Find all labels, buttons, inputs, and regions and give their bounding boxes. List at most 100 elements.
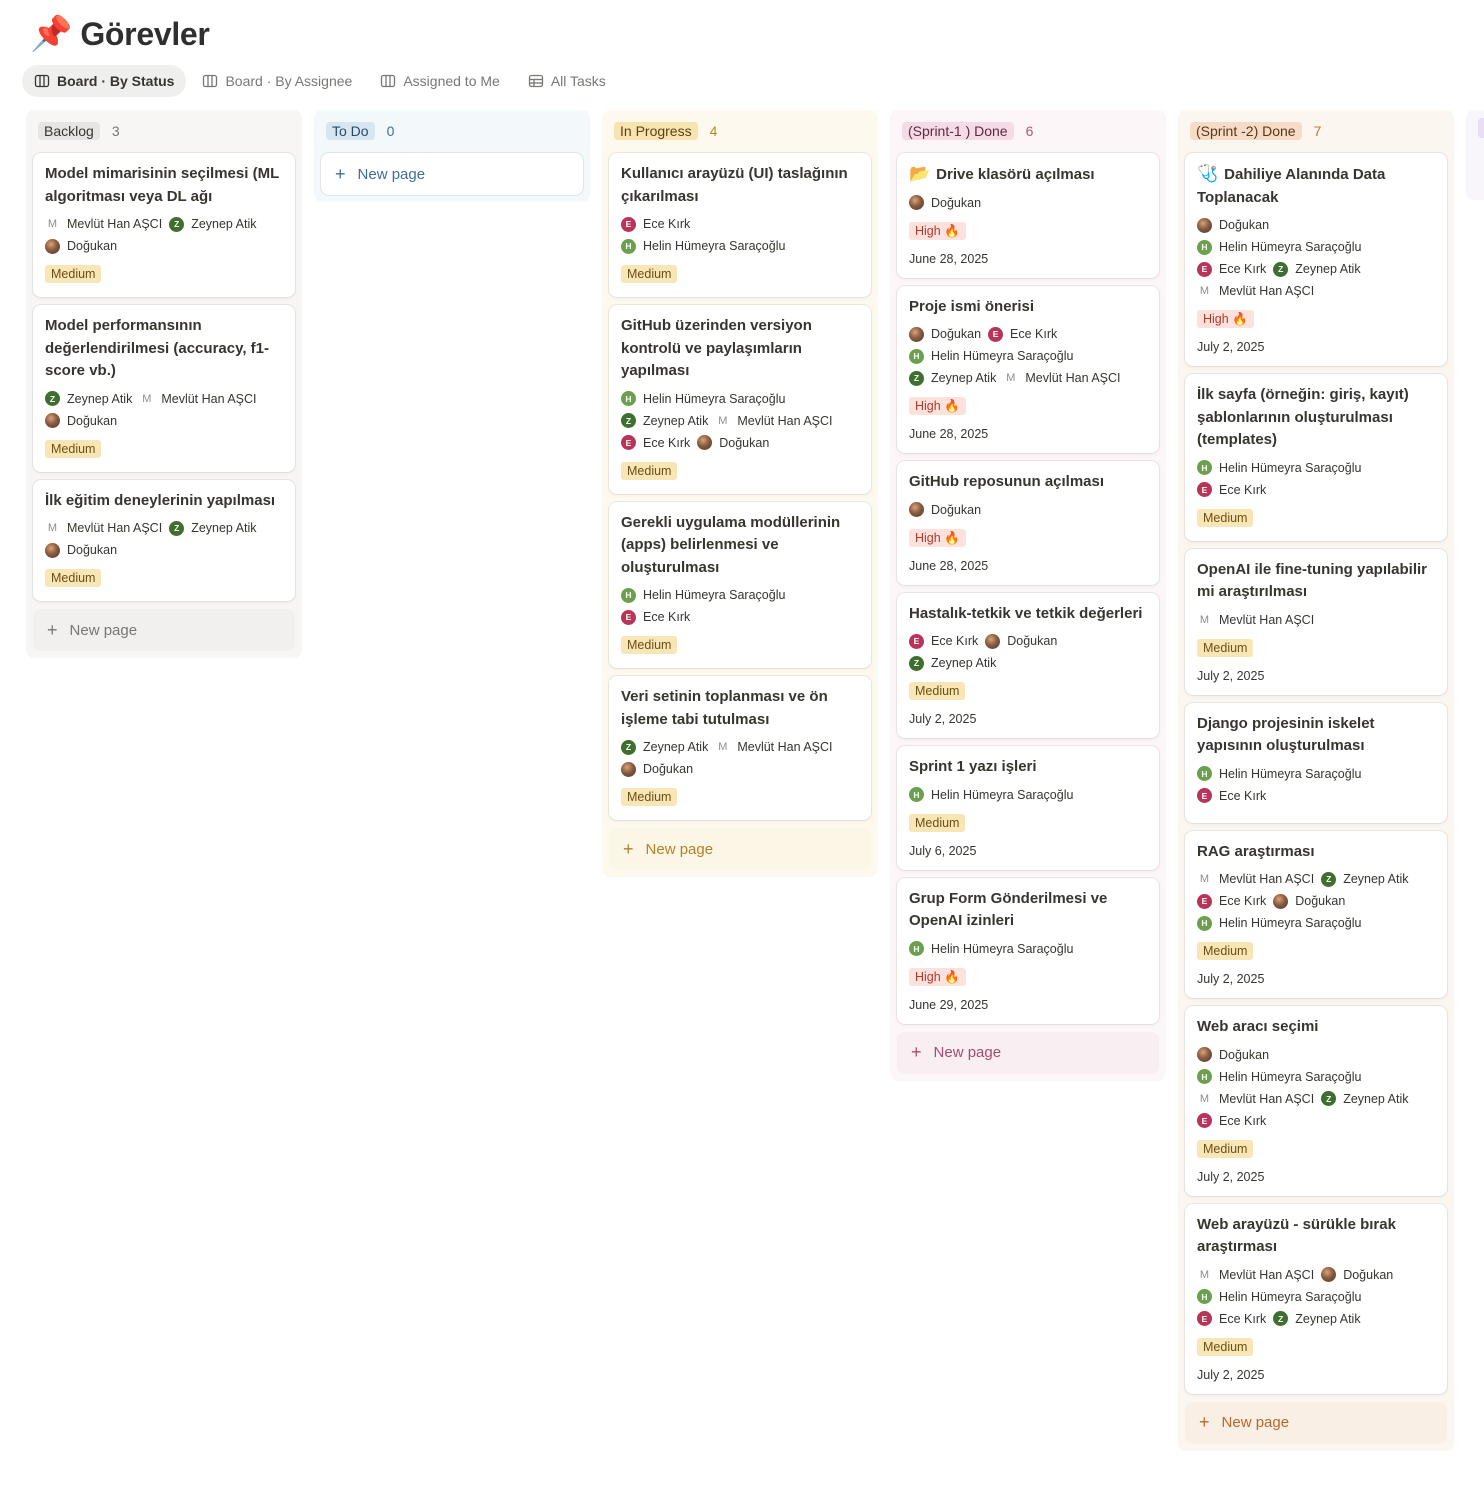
assignee[interactable]: E Ece Kırk [1197, 1308, 1266, 1330]
assignee[interactable]: Z Zeynep Atik [169, 517, 257, 539]
assignee[interactable]: H Helin Hümeyra Saraçoğlu [1197, 763, 1361, 785]
assignee[interactable]: E Ece Kırk [621, 432, 690, 454]
assignee[interactable]: Doğukan [1197, 214, 1269, 236]
assignee[interactable]: Doğukan [45, 410, 117, 432]
assignee[interactable]: Z Zeynep Atik [1321, 1088, 1409, 1110]
column-header[interactable]: (Sprint-1 ) Done 6 [897, 118, 1159, 144]
task-card[interactable]: Veri setinin toplanması ve ön işleme tab… [609, 676, 871, 820]
pushpin-icon[interactable]: 📌 [30, 14, 72, 54]
new-page-button[interactable]: + New page [321, 153, 583, 195]
assignee[interactable]: H Helin Hümeyra Saraçoğlu [1197, 457, 1361, 479]
assignee[interactable]: H Helin Hümeyra Saraçoğlu [621, 388, 785, 410]
task-card[interactable]: Web arayüzü - sürükle bırak araştırması M… [1185, 1203, 1447, 1394]
assignee[interactable]: M Mevlüt Han AŞCI [1197, 1088, 1314, 1110]
assignee[interactable]: M Mevlüt Han AŞCI [1003, 367, 1121, 389]
column-status-label[interactable]: (Sprint-1 ) Done [902, 122, 1014, 140]
assignee[interactable]: M Mevlüt Han AŞCI [715, 736, 833, 758]
task-card[interactable]: İlk sayfa (örneğin: giriş, kayıt) şablon… [1185, 374, 1447, 541]
assignee[interactable]: H Helin Hümeyra Saraçoğlu [909, 345, 1073, 367]
assignee[interactable]: E Ece Kırk [909, 630, 978, 652]
task-card[interactable]: Model mimarisinin seçilmesi (ML algoritm… [33, 153, 295, 297]
assignee[interactable]: H Helin Hümeyra Saraçoğlu [1197, 236, 1361, 258]
assignee[interactable]: E Ece Kırk [621, 606, 690, 628]
new-page-button[interactable]: + New page [1185, 1401, 1447, 1444]
task-card[interactable]: İlk eğitim deneylerinin yapılması M Mevlüt… [33, 479, 295, 601]
assignee[interactable]: Doğukan [909, 323, 981, 345]
tab-all-tasks[interactable]: All Tasks [516, 65, 618, 97]
task-card[interactable]: GitHub üzerinden versiyon kontrolü ve pa… [609, 305, 871, 494]
assignee[interactable]: H Helin Hümeyra Saraçoğlu [1197, 1066, 1361, 1088]
column-status-label[interactable]: In Progress [614, 122, 698, 140]
assignee[interactable]: Doğukan [909, 192, 981, 214]
task-card[interactable]: Web aracı seçimi Doğukan H Helin Hümeyra Sa… [1185, 1006, 1447, 1196]
assignee[interactable]: Doğukan [45, 235, 117, 257]
assignee[interactable]: M Mevlüt Han AŞCI [139, 388, 257, 410]
tab-board-by-assignee[interactable]: Board · By Assignee [190, 65, 364, 97]
task-card[interactable]: OpenAI ile fine-tuning yapılabilir mi ar… [1185, 548, 1447, 695]
assignee[interactable]: E Ece Kırk [1197, 890, 1266, 912]
assignee[interactable]: Z Zeynep Atik [45, 388, 132, 410]
assignee[interactable]: M Mevlüt Han AŞCI [1197, 1264, 1314, 1286]
assignee[interactable]: Z Zeynep Atik [1273, 258, 1361, 280]
task-card[interactable]: Proje ismi önerisi Doğukan E Ece Kırk H Helin… [897, 285, 1159, 453]
task-card[interactable]: Hastalık-tetkik ve tetkik değerleri E Ece … [897, 592, 1159, 738]
assignee[interactable]: Z Zeynep Atik [621, 736, 708, 758]
column-header[interactable]: In Progress 4 [609, 118, 871, 144]
assignee[interactable]: M Mevlüt Han AŞCI [45, 517, 162, 539]
new-page-button[interactable]: + New page [33, 609, 295, 651]
task-card[interactable]: 📂 Drive klasörü açılması Doğukan High 🔥 June… [897, 153, 1159, 278]
assignee[interactable]: Z Zeynep Atik [909, 652, 996, 674]
tab-board-by-status[interactable]: Board · By Status [22, 65, 187, 97]
assignee[interactable]: H Helin Hümeyra Saraçoğlu [1197, 912, 1361, 934]
assignee[interactable]: Z Zeynep Atik [909, 367, 996, 389]
assignee[interactable]: M Mevlüt Han AŞCI [1197, 280, 1314, 302]
task-card[interactable]: Django projesinin iskelet yapısının oluş… [1185, 702, 1447, 823]
column-header[interactable]: To Do 0 [321, 118, 583, 144]
assignee[interactable]: M Mevlüt Han AŞCI [1197, 609, 1314, 631]
task-card[interactable]: Kullanıcı arayüzü (UI) taslağının çıkarı… [609, 153, 871, 297]
assignee-name: Helin Hümeyra Saraçoğlu [643, 391, 786, 406]
assignee[interactable]: H Helin Hümeyra Saraçoğlu [909, 784, 1073, 806]
column-status-label[interactable]: Backlog [38, 122, 100, 140]
assignee[interactable]: H Helin Hümeyra Saraçoğlu [1197, 1286, 1361, 1308]
assignee[interactable]: E Ece Kırk [1197, 785, 1266, 807]
assignee[interactable]: Z Zeynep Atik [621, 410, 708, 432]
task-card[interactable]: Model performansının değerlendirilmesi (… [33, 305, 295, 472]
assignee[interactable]: Z Zeynep Atik [169, 213, 257, 235]
assignee[interactable]: Z Zeynep Atik [1321, 868, 1409, 890]
column-status-label[interactable]: (Sprint -2) Done [1190, 122, 1302, 140]
task-card[interactable]: Sprint 1 yazı işleri H Helin Hümeyra Saraç… [897, 746, 1159, 870]
assignee[interactable]: E Ece Kırk [1197, 479, 1266, 501]
task-card[interactable]: Gerekli uygulama modüllerinin (apps) bel… [609, 501, 871, 668]
assignee[interactable]: E Ece Kırk [1197, 258, 1266, 280]
assignee[interactable]: Doğukan [45, 539, 117, 561]
assignee[interactable]: E Ece Kırk [621, 213, 690, 235]
task-card[interactable]: RAG araştırması M Mevlüt Han AŞCI Z Zeynep A… [1185, 830, 1447, 998]
assignee[interactable]: M Mevlüt Han AŞCI [715, 410, 833, 432]
assignee[interactable]: Doğukan [1273, 890, 1345, 912]
task-card[interactable]: 🩺 Dahiliye Alanında Data Toplanacak Doğuka… [1185, 153, 1447, 366]
new-page-button[interactable]: + New page [897, 1031, 1159, 1074]
column-header[interactable]: (Sprint -2) Done 7 [1185, 118, 1447, 144]
column-header[interactable]: Backlog 3 [33, 118, 295, 144]
tab-assigned-to-me[interactable]: Assigned to Me [368, 65, 512, 97]
task-card[interactable]: Grup Form Gönderilmesi ve OpenAI izinler… [897, 877, 1159, 1024]
assignee[interactable]: Doğukan [621, 758, 693, 780]
assignee[interactable]: Doğukan [1197, 1044, 1269, 1066]
assignee[interactable]: M Mevlüt Han AŞCI [45, 213, 162, 235]
assignee[interactable]: Doğukan [697, 432, 769, 454]
assignee[interactable]: E Ece Kırk [1197, 1110, 1266, 1132]
new-page-button[interactable]: + New page [609, 828, 871, 870]
task-card[interactable]: GitHub reposunun açılması Doğukan High 🔥 Ju… [897, 461, 1159, 585]
assignee[interactable]: H Helin Hümeyra Saraçoğlu [621, 584, 785, 606]
assignee[interactable]: H Helin Hümeyra Saraçoğlu [909, 938, 1073, 960]
assignee[interactable]: Z Zeynep Atik [1273, 1308, 1361, 1330]
page-title[interactable]: Görevler [80, 16, 210, 53]
assignee[interactable]: Doğukan [985, 630, 1057, 652]
assignee[interactable]: Doğukan [1321, 1264, 1393, 1286]
assignee[interactable]: H Helin Hümeyra Saraçoğlu [621, 235, 785, 257]
assignee[interactable]: M Mevlüt Han AŞCI [1197, 868, 1314, 890]
assignee[interactable]: E Ece Kırk [988, 323, 1057, 345]
column-status-label[interactable]: To Do [326, 122, 375, 140]
assignee[interactable]: Doğukan [909, 499, 981, 521]
